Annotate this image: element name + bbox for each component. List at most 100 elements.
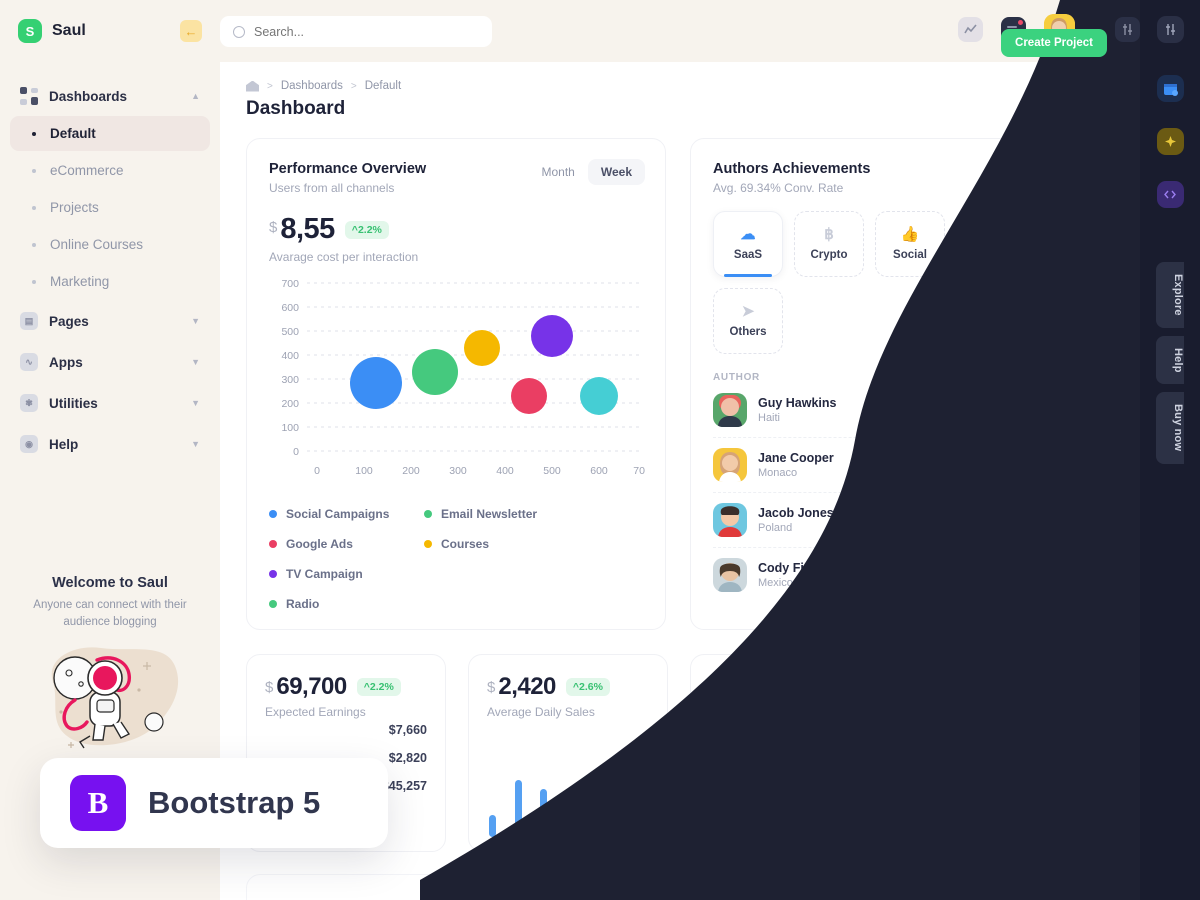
breadcrumb-dashboards[interactable]: Dashboards — [281, 80, 343, 92]
plus-icon — [1156, 128, 1184, 155]
sales-caption: Another $48,346 to Goal — [713, 794, 844, 808]
breadcrumb-separator: > — [350, 80, 357, 92]
avatar — [713, 503, 747, 537]
sales-area-chart: $24K $20.5K — [713, 815, 1175, 851]
category-social[interactable]: 👍 Social — [875, 211, 945, 277]
table-row[interactable]: Jane Cooper Monaco 63.83% → — [713, 438, 1153, 493]
dashboard-stub-row — [246, 874, 1176, 900]
legend-swatch — [269, 510, 277, 518]
sidebar-group-utilities[interactable]: ✾ Utilities ▼ — [0, 385, 220, 421]
analytics-icon[interactable] — [958, 17, 983, 42]
rail-code[interactable] — [1140, 181, 1200, 208]
authors-table-header: AUTHOR CONV. CHART VIEW — [713, 372, 1153, 383]
app-root: S Saul ← Dashboards ▲ Default eCommerce … — [0, 0, 1200, 900]
brand-name: Saul — [52, 22, 86, 39]
category-label: Social — [893, 249, 927, 261]
dashboard-grid-top: Performance Overview Users from all chan… — [246, 138, 1176, 630]
breadcrumb-default[interactable]: Default — [365, 80, 401, 92]
y-axis-label: $24K — [713, 815, 739, 827]
sidebar-nav: Dashboards ▲ Default eCommerce Projects … — [0, 78, 220, 462]
daily-sales-bar-chart — [489, 759, 649, 837]
rail-sliders[interactable] — [1140, 16, 1200, 43]
create-project-button[interactable]: Create Project — [1001, 29, 1107, 57]
delta-badge: ^2.2% — [344, 220, 389, 239]
delta-value: 2.6% — [579, 681, 603, 693]
currency-symbol: $ — [269, 219, 278, 236]
range-toggle[interactable]: Month Week — [529, 159, 645, 185]
author-cell: Cody Fishers Mexico — [713, 558, 879, 592]
rail-plus[interactable] — [1140, 128, 1200, 155]
collapse-arrow-icon[interactable]: ← — [180, 20, 202, 42]
legend-item-radio: Radio — [269, 597, 424, 611]
category-crypto[interactable]: ฿ Crypto — [794, 211, 864, 277]
rail-tab-buy-now[interactable]: Buy now — [1156, 392, 1184, 464]
range-option-week[interactable]: Week — [587, 159, 645, 185]
sparkline — [971, 453, 1101, 477]
author-country: Haiti — [758, 412, 781, 424]
view-arrow-right-icon[interactable]: → — [1114, 508, 1140, 532]
breadcrumb-separator: > — [267, 80, 273, 92]
home-icon[interactable] — [246, 80, 259, 92]
legend-swatch — [269, 570, 277, 578]
currency-symbol: $ — [487, 679, 496, 696]
sidebar-group-pages[interactable]: ▤ Pages ▼ — [0, 303, 220, 339]
sidebar-item-projects[interactable]: Projects — [10, 190, 210, 225]
view-arrow-right-icon[interactable]: → — [1114, 398, 1140, 422]
currency-symbol: $ — [713, 763, 722, 780]
delta-value: 2.2% — [357, 223, 382, 236]
chevron-down-icon: ▼ — [191, 357, 200, 367]
sliders-icon[interactable] — [1115, 17, 1140, 42]
currency-symbol: $ — [265, 679, 274, 696]
category-label: SaaS — [733, 249, 763, 261]
search-box[interactable] — [220, 16, 492, 47]
daily-sales-value: $ 2,420 ^2.6% — [487, 673, 649, 701]
rail-calendar[interactable] — [1140, 75, 1200, 102]
svg-text:700: 700 — [281, 278, 299, 290]
sliders-icon — [1156, 16, 1184, 43]
search-input[interactable] — [254, 24, 444, 39]
rail-tab-help[interactable]: Help — [1156, 335, 1184, 385]
legend-swatch — [269, 540, 277, 548]
author-name: Jacob Jones — [758, 506, 834, 520]
average-daily-sales-card: $ 2,420 ^2.6% Average Daily Sales — [468, 654, 668, 852]
category-others[interactable]: ➤ Others — [713, 288, 783, 354]
promo-text: Anyone can connect with their audience b… — [33, 599, 187, 628]
conv-value: 92.56% — [903, 513, 947, 527]
sidebar-item-online-courses[interactable]: Online Courses — [10, 227, 210, 262]
range-option-month[interactable]: Month — [529, 159, 588, 185]
legend-swatch — [269, 600, 277, 608]
delta-badge: ^2.6% — [565, 678, 610, 696]
category-saas[interactable]: ☁ SaaS — [713, 211, 783, 277]
card-title: Sales This Months — [713, 675, 841, 691]
table-row[interactable]: Jacob Jones Poland 92.56% → — [713, 493, 1153, 548]
table-row[interactable]: Guy Hawkins Haiti 78.34% → — [713, 383, 1153, 438]
sidebar-item-default[interactable]: Default — [10, 116, 210, 151]
metric-label: Expected Earnings — [265, 705, 366, 719]
promo-title: Welcome to Saul — [52, 575, 168, 591]
table-row[interactable]: Cody Fishers Mexico 63.08% → — [713, 548, 1153, 602]
category-mobile[interactable]: ▯ Mobile — [956, 211, 1026, 277]
legend-item-tv-campaign: TV Campaign — [269, 567, 424, 581]
sidebar-item-marketing[interactable]: Marketing — [10, 264, 210, 299]
sidebar-group-help[interactable]: ◉ Help ▼ — [0, 426, 220, 462]
sidebar-group-apps[interactable]: ∿ Apps ▼ — [0, 344, 220, 380]
brand[interactable]: S Saul ← — [0, 0, 220, 62]
chevron-down-icon: ▼ — [191, 439, 200, 449]
view-arrow-right-icon[interactable]: → — [1114, 453, 1140, 477]
category-label: Others — [729, 326, 767, 338]
legend-swatch — [424, 510, 432, 518]
sidebar-item-ecommerce[interactable]: eCommerce — [10, 153, 210, 188]
sidebar-group-dashboards[interactable]: Dashboards ▲ — [0, 78, 220, 114]
metric-value: 69,700 — [276, 673, 347, 700]
sidebar-item-label: Online Courses — [50, 237, 144, 252]
sidebar-item-label: Default — [50, 126, 96, 141]
performance-value: $ 8,55 ^2.2% — [269, 213, 643, 246]
page-title: Dashboard — [246, 98, 346, 119]
bar — [642, 795, 649, 837]
placeholder-card — [690, 874, 1176, 900]
send-icon: ➤ — [741, 303, 755, 320]
sidebar-group-label: Utilities — [49, 395, 98, 411]
legend-label: Google Ads — [286, 537, 353, 551]
rail-tab-explore[interactable]: Explore — [1156, 262, 1184, 328]
view-arrow-right-icon[interactable]: → — [1114, 563, 1140, 587]
